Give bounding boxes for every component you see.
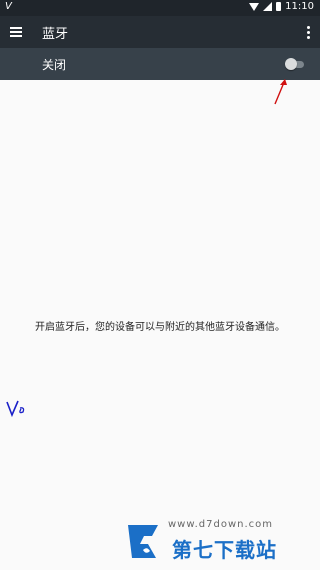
page-title: 蓝牙 bbox=[42, 27, 69, 42]
signal-icon bbox=[263, 2, 273, 11]
wifi-icon bbox=[249, 2, 260, 11]
toolbar: 蓝牙 bbox=[0, 16, 320, 48]
switch-label: 关闭 bbox=[42, 58, 67, 72]
site-watermark: www.d7down.com 第七下载站 bbox=[0, 515, 320, 570]
watermark-url: www.d7down.com bbox=[168, 519, 274, 530]
toggle-thumb bbox=[285, 58, 297, 70]
annotation-arrow-icon bbox=[274, 79, 287, 105]
status-app-icon: V bbox=[5, 1, 12, 12]
bluetooth-toggle[interactable] bbox=[285, 58, 305, 70]
hamburger-menu-icon[interactable] bbox=[10, 27, 22, 37]
battery-icon bbox=[276, 2, 282, 11]
handwritten-signature-icon bbox=[6, 400, 25, 418]
more-vert-icon[interactable] bbox=[307, 26, 310, 41]
status-bar: V 11:10 bbox=[0, 0, 320, 16]
status-icons: 11:10 bbox=[249, 1, 314, 12]
watermark-logo-icon bbox=[128, 525, 158, 558]
watermark-name: 第七下载站 bbox=[172, 538, 277, 562]
empty-state-message: 开启蓝牙后，您的设备可以与附近的其他蓝牙设备通信。 bbox=[35, 322, 285, 333]
status-time: 11:10 bbox=[285, 1, 314, 12]
